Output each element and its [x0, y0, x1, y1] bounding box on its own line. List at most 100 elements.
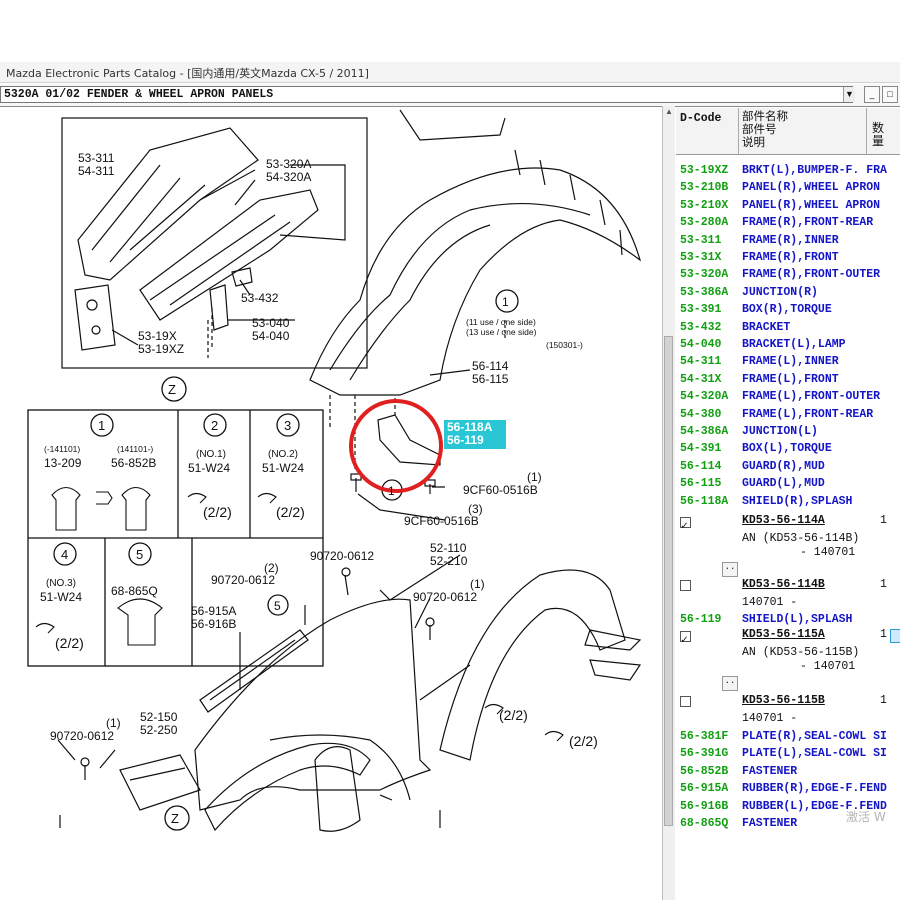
- parts-row[interactable]: 53-280A FRAME(R),FRONT-REAR: [676, 214, 900, 231]
- header-name[interactable]: 部件名称 部件号 说明: [742, 110, 788, 149]
- row-code: 54-380: [680, 407, 722, 421]
- ft-2-part[interactable]: 51-W24: [188, 461, 230, 475]
- row-code: 54-391: [680, 442, 722, 456]
- label-screw-b[interactable]: 90720-0612: [211, 573, 275, 587]
- row-name: FRAME(R),FRONT-OUTER: [742, 268, 881, 282]
- restore-icon[interactable]: □: [882, 86, 898, 103]
- callout-1-apron[interactable]: 1: [502, 295, 509, 309]
- parts-row[interactable]: 54-380 FRAME(L),FRONT-REAR: [676, 406, 900, 423]
- row-name: FRAME(R),FRONT-REAR: [742, 216, 874, 230]
- parts-row[interactable]: 53-386A JUNCTION(R): [676, 284, 900, 301]
- parts-row[interactable]: 53-210B PANEL(R),WHEEL APRON: [676, 179, 900, 196]
- row-name: BRACKET: [742, 320, 791, 334]
- t1b: 54-311: [78, 164, 115, 178]
- row-name: RUBBER(R),EDGE-F.FEND: [742, 782, 887, 796]
- parts-row[interactable]: 54-311 FRAME(L),INNER: [676, 353, 900, 370]
- checkbox-checked[interactable]: ✓: [680, 517, 691, 533]
- row-name: BRACKET(L),LAMP: [742, 338, 846, 351]
- parts-row-56-119[interactable]: 56-119 SHIELD(L),SPLASH: [676, 611, 900, 628]
- parts-row[interactable]: 56-118A SHIELD(R),SPLASH: [676, 493, 900, 510]
- parts-row[interactable]: 53-31X FRAME(R),FRONT: [676, 249, 900, 266]
- parts-row[interactable]: 54-31X FRAME(L),FRONT: [676, 371, 900, 388]
- ft-1a-part[interactable]: 13-209: [44, 456, 82, 470]
- label-rubber[interactable]: 56-915A 56-916B: [191, 604, 236, 631]
- label-screw-a[interactable]: 90720-0612: [310, 549, 374, 563]
- parts-row[interactable]: 56-115 GUARD(L),MUD: [676, 475, 900, 492]
- label-bolt-1-qty: (1): [527, 470, 542, 484]
- sub-part-number[interactable]: KD53-56-114A: [742, 514, 825, 527]
- parts-row[interactable]: 53-320A FRAME(R),FRONT-OUTER: [676, 266, 900, 283]
- qty-input[interactable]: [890, 629, 900, 643]
- parts-row[interactable]: 53-391 BOX(R),TORQUE: [676, 301, 900, 318]
- parts-row[interactable]: 53-19XZ BRKT(L),BUMPER-F. FRA: [676, 162, 900, 179]
- ft-3-part[interactable]: 51-W24: [262, 461, 304, 475]
- ft-4-frac: (2/2): [55, 635, 84, 651]
- parts-row[interactable]: 56-852B FASTENER: [676, 763, 900, 780]
- more-button[interactable]: ..: [722, 562, 738, 577]
- sub-qty: 1: [880, 578, 887, 591]
- diagram-scrollbar[interactable]: ▲: [662, 106, 675, 900]
- parts-row[interactable]: 53-432 BRACKET: [676, 319, 900, 336]
- ft-1b-date: (141101-): [117, 444, 153, 454]
- more-button[interactable]: ..: [722, 676, 738, 691]
- callout-z-frames[interactable]: Z: [168, 382, 176, 397]
- row-name: FRAME(L),FRONT-OUTER: [742, 390, 881, 404]
- row-name: JUNCTION(L): [742, 425, 818, 438]
- checkbox-checked[interactable]: ✓: [680, 631, 691, 647]
- scroll-thumb[interactable]: [664, 336, 673, 826]
- label-plate[interactable]: 52-150 52-250: [140, 710, 178, 737]
- header-qty[interactable]: 数量: [872, 122, 886, 148]
- row-name: FASTENER: [742, 817, 798, 830]
- callout-z-plate[interactable]: Z: [171, 811, 179, 826]
- scroll-up-icon[interactable]: ▲: [663, 106, 675, 118]
- label-frame-inner[interactable]: 53-311 54-311: [78, 151, 115, 178]
- label-mud-guard[interactable]: 56-114 56-115: [472, 359, 509, 386]
- row-code: 56-852B: [680, 764, 729, 778]
- section-select[interactable]: 5320A 01/02 FENDER & WHEEL APRON PANELS: [0, 86, 853, 103]
- row-code: 53-210B: [680, 181, 729, 195]
- row-name: FRAME(R),FRONT: [742, 251, 839, 264]
- parts-row[interactable]: 53-210X PANEL(R),WHEEL APRON: [676, 197, 900, 214]
- callout-5-rubber[interactable]: 5: [274, 599, 281, 613]
- ft-4-part[interactable]: 51-W24: [40, 590, 82, 604]
- sub-part-number[interactable]: KD53-56-114B: [742, 578, 825, 591]
- parts-row[interactable]: 54-040 BRACKET(L),LAMP: [676, 336, 900, 353]
- row-name: FRAME(R),INNER: [742, 233, 839, 247]
- parts-list-header: D-Code 部件名称 部件号 说明 数量: [676, 108, 900, 155]
- callout-1-shield[interactable]: 1: [388, 484, 395, 498]
- parts-list-panel: D-Code 部件名称 部件号 说明 数量 53-19XZ BRKT(L),BUM…: [676, 108, 900, 900]
- label-box-torque[interactable]: 53-040 54-040: [252, 316, 290, 343]
- ft-5-part[interactable]: 68-865Q: [111, 584, 158, 598]
- parts-row[interactable]: 56-915A RUBBER(R),EDGE-F.FEND: [676, 780, 900, 797]
- label-screw-d[interactable]: 90720-0612: [50, 729, 114, 743]
- parts-row[interactable]: 53-311 FRAME(R),INNER: [676, 232, 900, 249]
- label-frame-outer[interactable]: 53-320A 54-320A: [266, 157, 311, 184]
- sub-part-number[interactable]: KD53-56-115A: [742, 628, 825, 641]
- label-fender[interactable]: 52-110 52-210: [430, 541, 468, 568]
- ft-num-2: 2: [211, 418, 218, 433]
- label-bracket[interactable]: 53-432: [241, 291, 279, 305]
- label-bracket-bumper[interactable]: 53-19X 53-19XZ: [138, 329, 184, 356]
- header-code[interactable]: D-Code: [680, 112, 721, 125]
- row-name: SHIELD(R),SPLASH: [742, 494, 853, 508]
- checkbox-unchecked[interactable]: [680, 696, 691, 707]
- row-code: 53-311: [680, 233, 722, 247]
- sub-qty: 1: [880, 628, 887, 641]
- parts-row[interactable]: 56-381F PLATE(R),SEAL-COWL SI: [676, 728, 900, 745]
- label-bolt-2[interactable]: 9CF60-0516B: [404, 514, 479, 528]
- parts-row[interactable]: 56-114 GUARD(R),MUD: [676, 458, 900, 475]
- parts-row[interactable]: 54-386A JUNCTION(L): [676, 423, 900, 440]
- window-title-bar: Mazda Electronic Parts Catalog - [国内通用/英…: [0, 62, 900, 83]
- checkbox-unchecked[interactable]: [680, 580, 691, 591]
- parts-row[interactable]: 54-320A FRAME(L),FRONT-OUTER: [676, 388, 900, 405]
- sub-note-line2: - 140701: [800, 546, 856, 559]
- parts-row[interactable]: 54-391 BOX(L),TORQUE: [676, 440, 900, 457]
- chevron-down-icon[interactable]: ▼: [843, 87, 855, 102]
- ft-1b-part[interactable]: 56-852B: [111, 456, 156, 470]
- parts-row[interactable]: 56-391G PLATE(L),SEAL-COWL SI: [676, 745, 900, 762]
- label-bolt-1[interactable]: 9CF60-0516B: [463, 483, 538, 497]
- minimize-icon[interactable]: _: [864, 86, 880, 103]
- sub-part-number[interactable]: KD53-56-115B: [742, 694, 825, 707]
- highlight-circle: [349, 399, 443, 493]
- label-screw-c[interactable]: 90720-0612: [413, 590, 477, 604]
